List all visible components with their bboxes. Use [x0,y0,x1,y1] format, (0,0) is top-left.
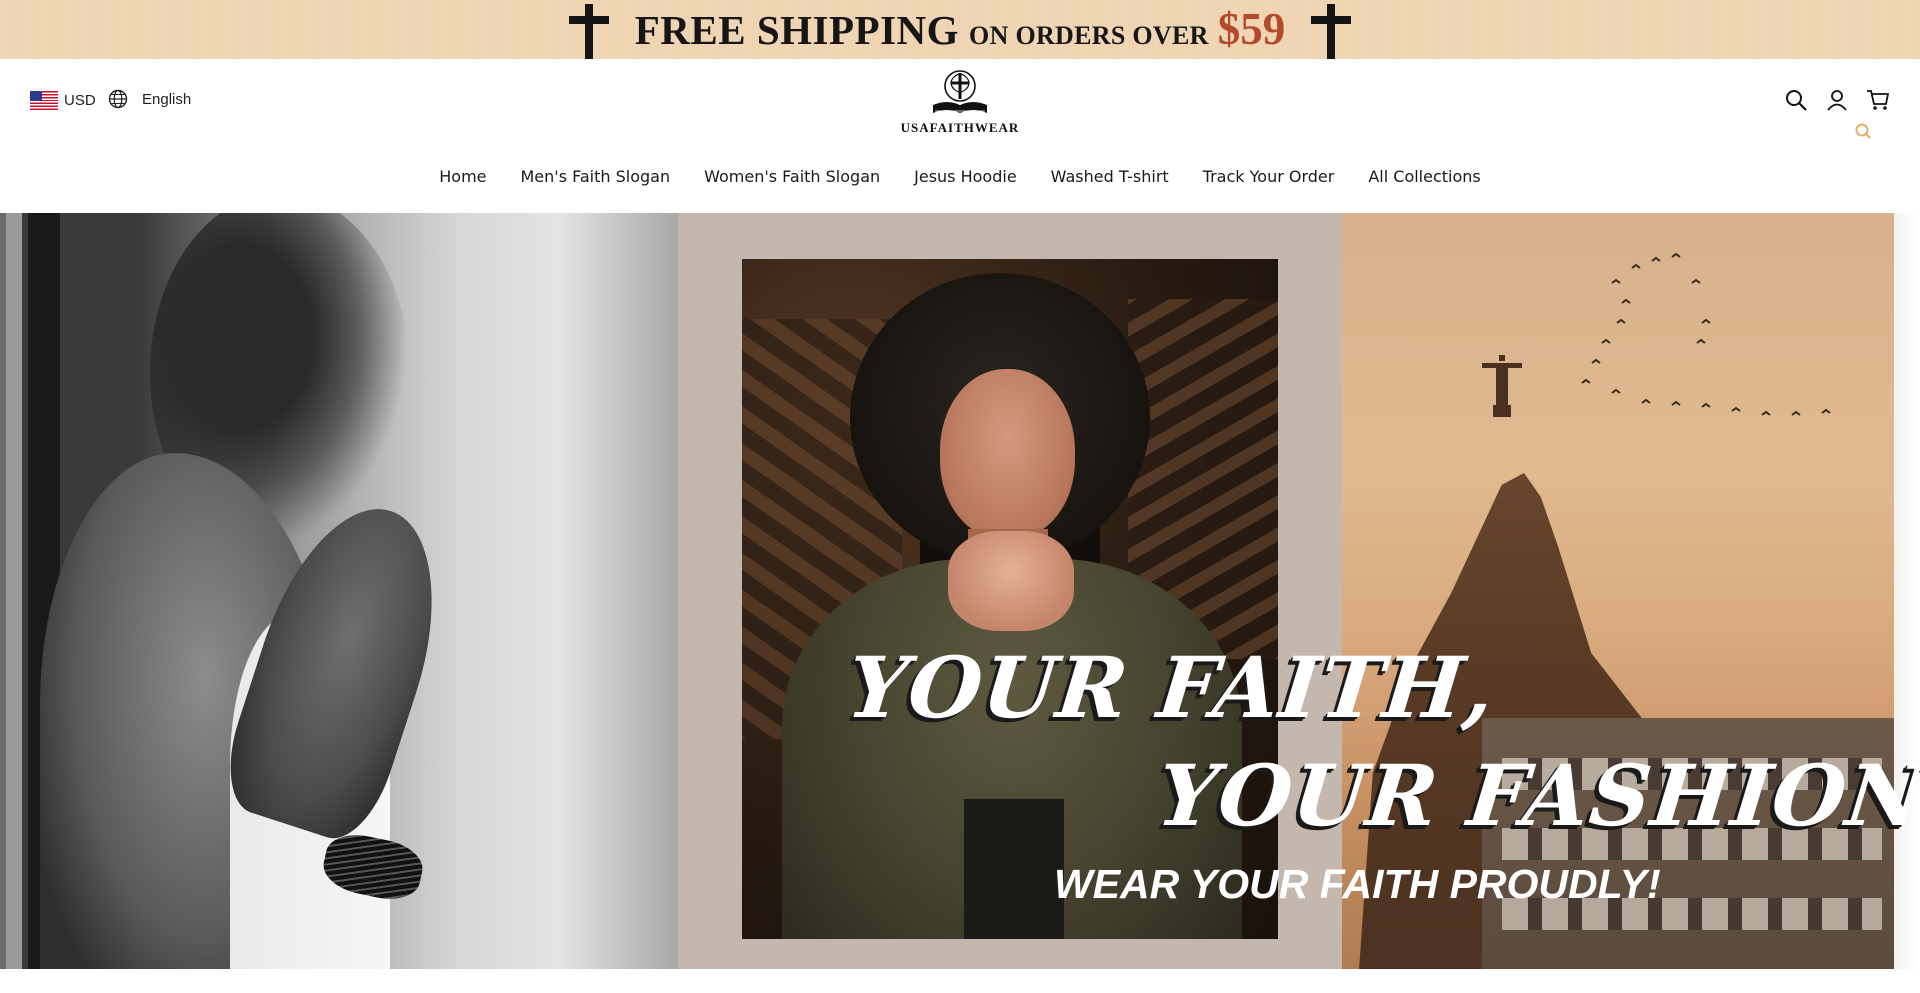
statue-icon [1482,355,1522,417]
announcement-main: FREE SHIPPING [634,7,960,53]
announcement-text: FREE SHIPPING ON ORDERS OVER $59 [635,7,1285,52]
cross-icon [1309,0,1353,59]
nav-womens-faith-slogan[interactable]: Women's Faith Slogan [687,165,897,189]
announcement-price: $59 [1217,4,1286,54]
site-header: USD English USAFAITHWEAR Home Men's Fait… [0,59,1920,213]
site-logo[interactable]: USAFAITHWEAR [895,67,1025,137]
currency-label: USD [64,92,96,109]
hero-middle-panel [678,213,1342,969]
cross-icon [567,0,611,59]
language-label: English [142,90,192,108]
cart-icon[interactable] [1866,88,1890,112]
announcement-secondary: ON ORDERS OVER [969,21,1209,50]
main-nav: Home Men's Faith Slogan Women's Faith Sl… [0,165,1920,189]
language-selector[interactable]: English [108,89,191,109]
brand-name: USAFAITHWEAR [900,120,1020,135]
hero-banner[interactable]: YOUR FAITH, YOUR FASHION WEAR YOUR FAITH… [0,213,1920,969]
page-bottom-strip [0,969,1920,993]
hero-building [1482,718,1902,969]
hero-image-woman-praying [742,259,1278,939]
nav-mens-faith-slogan[interactable]: Men's Faith Slogan [504,165,688,189]
coupon-icon[interactable] [1855,123,1871,139]
birds-icon [1581,252,1831,416]
nav-jesus-hoodie[interactable]: Jesus Hoodie [897,165,1034,189]
nav-home[interactable]: Home [422,165,503,189]
globe-icon [108,89,128,109]
us-flag-icon [30,91,58,110]
nav-all-collections[interactable]: All Collections [1351,165,1497,189]
logo-emblem-icon [933,70,987,113]
currency-selector[interactable]: USD [30,91,96,110]
nav-washed-tshirt[interactable]: Washed T-shirt [1034,165,1186,189]
nav-track-your-order[interactable]: Track Your Order [1186,165,1352,189]
hero-image-praying-hands [0,213,678,969]
account-icon[interactable] [1825,88,1849,112]
header-icons [1767,88,1890,112]
hero-image-christ-statue [1342,213,1920,969]
search-icon[interactable] [1784,88,1808,112]
announcement-bar: FREE SHIPPING ON ORDERS OVER $59 [0,0,1920,59]
